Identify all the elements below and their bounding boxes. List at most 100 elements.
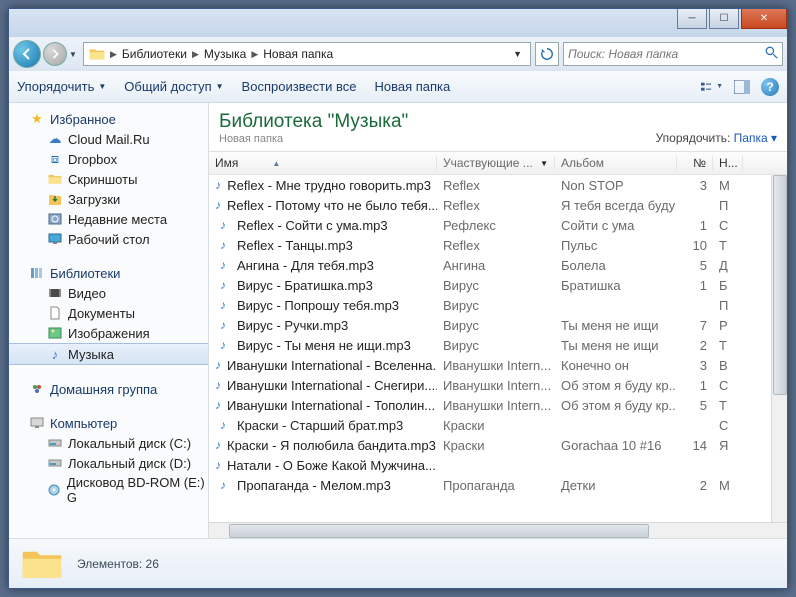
- sidebar-item-disk-c[interactable]: Локальный диск (C:): [9, 433, 208, 453]
- chevron-right-icon[interactable]: ▶: [249, 49, 260, 60]
- sidebar-homegroup[interactable]: Домашняя группа: [9, 379, 208, 399]
- new-folder-button[interactable]: Новая папка: [374, 79, 450, 94]
- file-name: Ангина - Для тебя.mp3: [237, 258, 374, 273]
- downloads-icon: [47, 191, 63, 207]
- file-row[interactable]: ♪Вирус - Попрошу тебя.mp3ВирусП: [209, 295, 787, 315]
- body: ★Избранное ☁Cloud Mail.Ru ⧈Dropbox Скрин…: [9, 103, 787, 538]
- refresh-button[interactable]: [535, 42, 559, 66]
- music-file-icon: ♪: [215, 477, 231, 493]
- pictures-icon: [47, 325, 63, 341]
- file-album: Я тебя всегда буду ...: [555, 198, 677, 213]
- file-row[interactable]: ♪Reflex - Мне трудно говорить.mp3ReflexN…: [209, 175, 787, 195]
- forward-button[interactable]: [43, 42, 67, 66]
- file-name2: М: [713, 178, 743, 193]
- file-track: 1: [677, 218, 713, 233]
- file-album: Пульс: [555, 238, 677, 253]
- column-name2[interactable]: Н...: [713, 156, 743, 170]
- file-row[interactable]: ♪Краски - Я полюбила бандита.mp3КраскиGo…: [209, 435, 787, 455]
- file-row[interactable]: ♪Вирус - Ручки.mp3ВирусТы меня не ищи7Р: [209, 315, 787, 335]
- scrollbar-thumb[interactable]: [773, 175, 787, 395]
- search-icon[interactable]: [765, 46, 778, 62]
- file-row[interactable]: ♪Ангина - Для тебя.mp3АнгинаБолела5Д: [209, 255, 787, 275]
- breadcrumb-item[interactable]: Новая папка: [260, 47, 336, 61]
- address-dropdown[interactable]: ▼: [507, 49, 528, 59]
- help-button[interactable]: ?: [761, 78, 779, 96]
- sidebar-item-recent[interactable]: Недавние места: [9, 209, 208, 229]
- search-box[interactable]: [563, 42, 783, 66]
- sidebar-item-desktop[interactable]: Рабочий стол: [9, 229, 208, 249]
- file-track: 2: [677, 338, 713, 353]
- nav-history-dropdown[interactable]: ▼: [67, 50, 79, 59]
- sidebar-item-cloud[interactable]: ☁Cloud Mail.Ru: [9, 129, 208, 149]
- titlebar: ─ ☐ ✕: [9, 9, 787, 37]
- sidebar-item-disk-d[interactable]: Локальный диск (D:): [9, 453, 208, 473]
- address-bar[interactable]: ▶ Библиотеки ▶ Музыка ▶ Новая папка ▼: [83, 42, 531, 66]
- sidebar-computer[interactable]: Компьютер: [9, 413, 208, 433]
- toolbar: Упорядочить▼ Общий доступ▼ Воспроизвести…: [9, 71, 787, 103]
- filter-dropdown-icon[interactable]: ▼: [540, 159, 548, 168]
- column-track[interactable]: №: [677, 156, 713, 170]
- file-name: Вирус - Ты меня не ищи.mp3: [237, 338, 411, 353]
- sidebar-item-screenshots[interactable]: Скриншоты: [9, 169, 208, 189]
- file-artist: Ангина: [437, 258, 555, 273]
- file-row[interactable]: ♪Иванушки International - Снегири....Ива…: [209, 375, 787, 395]
- maximize-button[interactable]: ☐: [709, 9, 739, 29]
- file-row[interactable]: ♪Краски - Старший брат.mp3КраскиС: [209, 415, 787, 435]
- column-name[interactable]: Имя▲: [209, 156, 437, 170]
- close-button[interactable]: ✕: [741, 9, 787, 29]
- file-track: 5: [677, 258, 713, 273]
- homegroup-icon: [29, 381, 45, 397]
- music-file-icon: ♪: [215, 197, 221, 213]
- chevron-right-icon[interactable]: ▶: [190, 49, 201, 60]
- file-album: Non STOP: [555, 178, 677, 193]
- file-row[interactable]: ♪Reflex - Потому что не было тебя....Ref…: [209, 195, 787, 215]
- file-name2: М: [713, 478, 743, 493]
- file-track: 7: [677, 318, 713, 333]
- music-file-icon: ♪: [215, 237, 231, 253]
- column-artist[interactable]: Участвующие ...▼: [437, 156, 555, 170]
- documents-icon: [47, 305, 63, 321]
- breadcrumb-item[interactable]: Музыка: [201, 47, 249, 61]
- file-row[interactable]: ♪Иванушки International - Вселенна...Ива…: [209, 355, 787, 375]
- file-album: Конечно он: [555, 358, 677, 373]
- file-row[interactable]: ♪Иванушки International - Тополин...Иван…: [209, 395, 787, 415]
- sidebar-libraries[interactable]: Библиотеки: [9, 263, 208, 283]
- sidebar-item-documents[interactable]: Документы: [9, 303, 208, 323]
- search-input[interactable]: [568, 47, 765, 61]
- file-row[interactable]: ♪Reflex - Сойти с ума.mp3РефлексСойти с …: [209, 215, 787, 235]
- file-row[interactable]: ♪Вирус - Ты меня не ищи.mp3ВирусТы меня …: [209, 335, 787, 355]
- sidebar-item-videos[interactable]: Видео: [9, 283, 208, 303]
- vertical-scrollbar[interactable]: [771, 175, 787, 522]
- scrollbar-thumb[interactable]: [229, 524, 649, 538]
- play-all-button[interactable]: Воспроизвести все: [242, 79, 357, 94]
- share-menu[interactable]: Общий доступ▼: [124, 79, 223, 94]
- organize-menu[interactable]: Упорядочить▼: [17, 79, 106, 94]
- file-name2: П: [713, 298, 743, 313]
- file-row[interactable]: ♪Reflex - Танцы.mp3ReflexПульс10Т: [209, 235, 787, 255]
- file-row[interactable]: ♪Вирус - Братишка.mp3ВирусБратишка1Б: [209, 275, 787, 295]
- dropbox-icon: ⧈: [47, 151, 63, 167]
- sidebar-item-downloads[interactable]: Загрузки: [9, 189, 208, 209]
- video-icon: [47, 285, 63, 301]
- sidebar-item-dropbox[interactable]: ⧈Dropbox: [9, 149, 208, 169]
- music-file-icon: ♪: [215, 317, 231, 333]
- view-options-button[interactable]: ▼: [701, 76, 723, 98]
- arrange-by-dropdown[interactable]: Папка ▾: [734, 131, 777, 145]
- minimize-button[interactable]: ─: [677, 9, 707, 29]
- sidebar-item-pictures[interactable]: Изображения: [9, 323, 208, 343]
- file-name: Reflex - Сойти с ума.mp3: [237, 218, 388, 233]
- library-header: Библиотека "Музыка" Новая папка Упорядоч…: [209, 103, 787, 151]
- back-button[interactable]: [13, 40, 41, 68]
- sidebar-favorites[interactable]: ★Избранное: [9, 109, 208, 129]
- column-album[interactable]: Альбом: [555, 156, 677, 170]
- breadcrumb-item[interactable]: Библиотеки: [119, 47, 190, 61]
- horizontal-scrollbar[interactable]: [209, 522, 787, 538]
- sidebar-item-bdrom[interactable]: Дисковод BD-ROM (E:) G: [9, 473, 208, 507]
- file-row[interactable]: ♪Пропаганда - Мелом.mp3ПропагандаДетки2М: [209, 475, 787, 495]
- preview-pane-button[interactable]: [731, 76, 753, 98]
- file-row[interactable]: ♪Натали - О Боже Какой Мужчина....: [209, 455, 787, 475]
- bdrom-icon: [47, 482, 62, 498]
- chevron-right-icon[interactable]: ▶: [108, 49, 119, 60]
- file-artist: Рефлекс: [437, 218, 555, 233]
- sidebar-item-music[interactable]: ♪Музыка: [9, 343, 208, 365]
